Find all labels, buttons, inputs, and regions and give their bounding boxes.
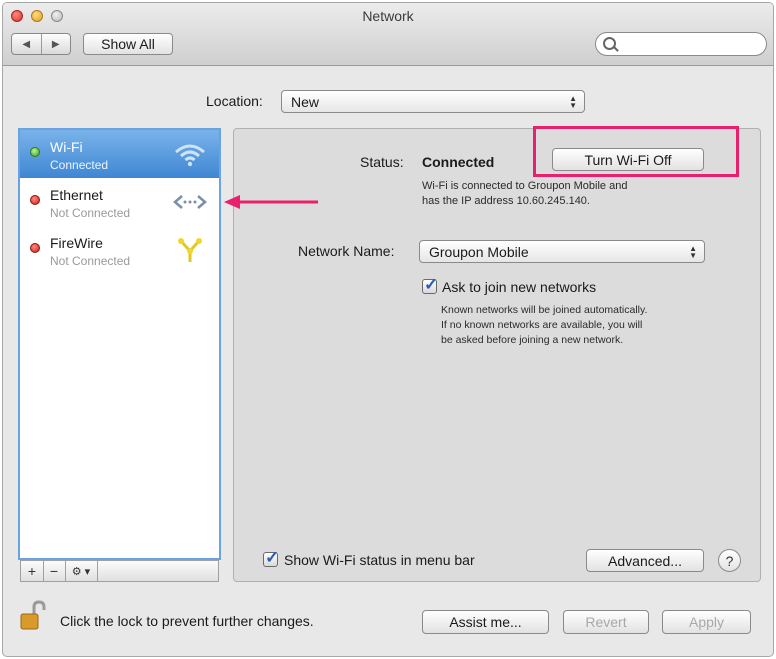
- revert-button[interactable]: Revert: [563, 610, 649, 634]
- service-status: Not Connected: [50, 254, 131, 268]
- service-list-toolbar: + − ⚙ ▾: [20, 560, 219, 582]
- highlight-box: [533, 126, 739, 177]
- search-icon: [603, 37, 616, 50]
- status-value: Connected: [422, 154, 495, 170]
- advanced-button[interactable]: Advanced...: [586, 549, 704, 572]
- annotation-arrow: [224, 195, 318, 209]
- status-description-line-2: has the IP address 10.60.245.140.: [422, 195, 590, 207]
- status-description-line-1: Wi-Fi is connected to Groupon Mobile and: [422, 180, 628, 192]
- add-service-button[interactable]: +: [21, 561, 44, 581]
- back-button[interactable]: ◀: [12, 34, 41, 54]
- show-wifi-status-checkbox[interactable]: ✓: [263, 548, 279, 567]
- lock-instruction-text: Click the lock to prevent further change…: [60, 613, 314, 629]
- back-forward-control: ◀ ▶: [11, 33, 71, 55]
- select-arrows-icon: ▲ ▼: [689, 243, 697, 260]
- gear-menu-button[interactable]: ⚙ ▾: [65, 561, 98, 581]
- search-field[interactable]: [595, 32, 767, 56]
- network-name-label: Network Name:: [298, 243, 395, 259]
- status-label: Status:: [360, 154, 404, 170]
- window-title: Network: [362, 8, 414, 24]
- forward-button[interactable]: ▶: [40, 34, 71, 54]
- titlebar: Network ◀ ▶ Show All: [3, 3, 773, 66]
- wifi-icon: [175, 144, 205, 167]
- service-status: Connected: [50, 158, 109, 172]
- show-wifi-status-label: Show Wi-Fi status in menu bar: [284, 552, 475, 568]
- network-name-value: Groupon Mobile: [429, 243, 529, 260]
- service-item-ethernet[interactable]: Ethernet Not Connected: [20, 178, 219, 226]
- ask-to-join-checkbox[interactable]: ✓: [422, 275, 438, 294]
- firewire-icon: [178, 238, 202, 262]
- location-label: Location:: [206, 93, 263, 109]
- location-select[interactable]: New ▲ ▼: [281, 90, 585, 113]
- service-item-firewire[interactable]: FireWire Not Connected: [20, 226, 219, 274]
- ask-to-join-label: Ask to join new networks: [442, 279, 597, 295]
- network-name-select[interactable]: Groupon Mobile ▲ ▼: [419, 240, 705, 263]
- show-all-button[interactable]: Show All: [83, 33, 173, 55]
- ask-join-description-line-1: Known networks will be joined automatica…: [441, 304, 648, 316]
- service-item-wifi[interactable]: Wi-Fi Connected: [20, 130, 219, 178]
- status-dot-red: [30, 243, 40, 253]
- unlocked-padlock-icon[interactable]: [20, 600, 48, 632]
- service-name: Ethernet: [50, 187, 103, 203]
- select-arrows-icon: ▲ ▼: [569, 93, 577, 110]
- service-status: Not Connected: [50, 206, 131, 220]
- checkmark-icon: ✓: [265, 548, 280, 567]
- service-name: Wi-Fi: [50, 139, 83, 155]
- remove-service-button[interactable]: −: [43, 561, 66, 581]
- status-dot-green: [30, 147, 40, 157]
- apply-button[interactable]: Apply: [662, 610, 751, 634]
- ask-join-description-line-3: be asked before joining a new network.: [441, 334, 624, 346]
- status-dot-red: [30, 195, 40, 205]
- service-name: FireWire: [50, 235, 103, 251]
- ethernet-arrows-icon: [173, 195, 207, 209]
- location-value: New: [291, 93, 320, 110]
- assist-me-button[interactable]: Assist me...: [422, 610, 549, 634]
- ask-join-description-line-2: If no known networks are available, you …: [441, 319, 643, 331]
- help-button[interactable]: ?: [718, 549, 741, 572]
- service-list: Wi-Fi Connected Ethernet Not Connected F…: [18, 128, 221, 560]
- checkmark-icon: ✓: [424, 275, 439, 294]
